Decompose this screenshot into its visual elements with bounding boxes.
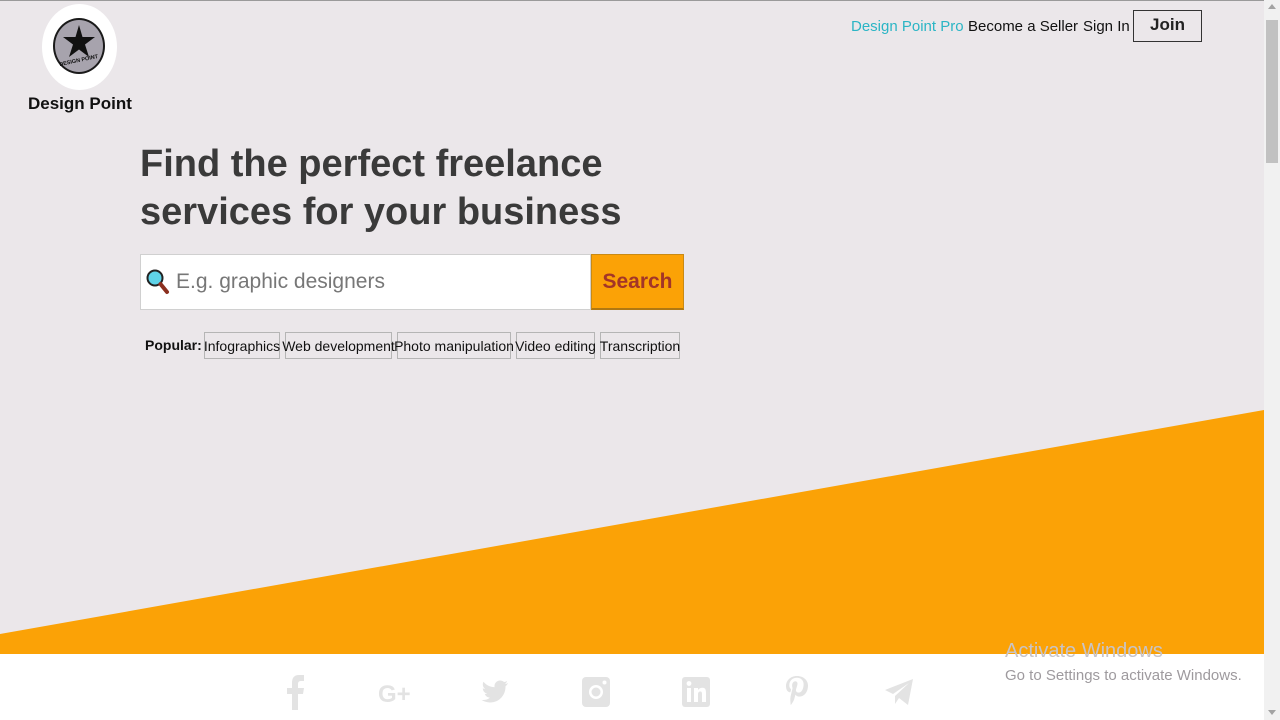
tag-web-development[interactable]: Web development xyxy=(282,332,395,359)
brand-name: Design Point xyxy=(28,94,132,113)
hero-headline: Find the perfect freelance services for … xyxy=(140,140,660,236)
tag-infographics[interactable]: Infographics xyxy=(204,332,280,359)
nav-design-point-pro[interactable]: Design Point Pro xyxy=(851,18,964,35)
search-icon xyxy=(146,269,169,294)
scrollbar-thumb[interactable] xyxy=(1266,20,1278,163)
windows-watermark-title: Activate Windows xyxy=(1005,640,1163,662)
tag-transcription[interactable]: Transcription xyxy=(600,332,680,359)
logo-badge-icon: DESIGN POINT xyxy=(53,18,105,74)
windows-watermark-subtitle: Go to Settings to activate Windows. xyxy=(1005,667,1242,684)
top-border xyxy=(0,0,1280,1)
scroll-down-arrow-icon[interactable] xyxy=(1268,710,1276,715)
hero-headline-line2: services for your business xyxy=(140,191,622,233)
join-button[interactable]: Join xyxy=(1133,10,1202,42)
social-bar xyxy=(0,654,1264,720)
instagram-icon[interactable] xyxy=(581,674,611,710)
search-input[interactable] xyxy=(170,258,597,306)
tag-video-editing[interactable]: Video editing xyxy=(515,332,596,359)
nav-sign-in[interactable]: Sign In xyxy=(1083,18,1130,35)
google-plus-icon[interactable]: G+ xyxy=(378,674,412,710)
svg-text:G+: G+ xyxy=(378,681,411,708)
twitter-icon[interactable] xyxy=(480,674,510,710)
scroll-up-arrow-icon[interactable] xyxy=(1268,4,1276,9)
tag-photo-manipulation[interactable]: Photo manipulation xyxy=(394,332,514,359)
search-button[interactable]: Search xyxy=(591,254,684,310)
pinterest-icon[interactable] xyxy=(784,674,810,710)
linkedin-icon[interactable] xyxy=(681,674,711,710)
popular-label: Popular: xyxy=(145,337,202,353)
facebook-icon[interactable] xyxy=(284,674,306,710)
logo-badge-text: DESIGN POINT xyxy=(59,54,99,68)
telegram-icon[interactable] xyxy=(884,674,914,710)
nav-become-seller[interactable]: Become a Seller xyxy=(968,18,1078,35)
hero-headline-line1: Find the perfect freelance xyxy=(140,143,603,185)
orange-wedge-decoration xyxy=(0,410,1264,656)
